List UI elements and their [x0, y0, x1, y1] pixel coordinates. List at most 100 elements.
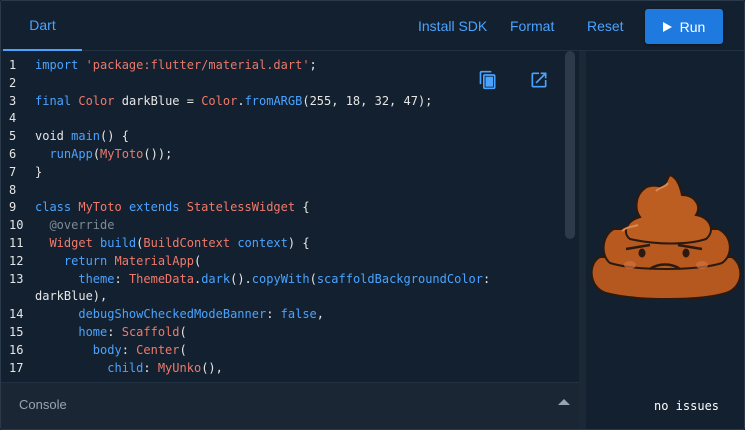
code-line[interactable]: 10 @override [1, 216, 490, 234]
line-number: 14 [9, 307, 24, 322]
line-number: 3 [9, 93, 17, 108]
code-line[interactable]: 14 debugShowCheckedModeBanner: false, [1, 305, 490, 323]
format-button[interactable]: Format [510, 1, 554, 51]
editor-scrollbar[interactable] [565, 51, 575, 239]
code-line[interactable]: darkBlue), [1, 287, 490, 305]
code-token: MyToto [78, 200, 129, 215]
code-token: (255, 18, 32, 47); [302, 93, 433, 108]
line-number: 17 [9, 360, 24, 375]
code-token: class [35, 200, 79, 215]
code-token: final [35, 93, 79, 108]
line-number: 9 [9, 200, 17, 215]
code-token: build [100, 235, 137, 250]
open-in-new-icon[interactable] [529, 70, 549, 90]
code-token: : [143, 360, 158, 375]
console-panel: Console [1, 382, 579, 429]
code-token: context [237, 235, 288, 250]
code-token: . [237, 93, 245, 108]
line-number: 11 [9, 235, 24, 250]
code-token: runApp [49, 146, 93, 161]
code-token: false [280, 307, 317, 322]
code-token: , [316, 307, 325, 322]
line-number: 12 [9, 253, 24, 268]
code-token: StatelessWidget [186, 200, 303, 215]
code-token: Center [136, 342, 180, 357]
code-token: { [302, 200, 310, 215]
split-divider[interactable] [579, 51, 586, 429]
code-lines: 1 import 'package:flutter/material.dart';… [1, 56, 490, 376]
reset-button[interactable]: Reset [587, 1, 624, 51]
code-token: } [35, 164, 43, 179]
line-number: 1 [9, 58, 17, 72]
code-token: void [35, 129, 72, 144]
code-token: ( [179, 342, 187, 357]
line-number: 10 [9, 218, 24, 233]
line-number: 7 [9, 164, 17, 179]
code-token: ( [179, 324, 187, 339]
code-token: 'package:flutter/material.dart' [85, 58, 310, 72]
dartpad-window: Dart Install SDK Format Reset Run 1 impor… [0, 0, 745, 430]
code-token: Color [78, 93, 122, 108]
code-line[interactable]: 1 import 'package:flutter/material.dart'; [1, 56, 490, 74]
code-line[interactable]: 17 child: MyUnko (), [1, 359, 490, 377]
code-line[interactable]: 12 return MaterialApp( [1, 252, 490, 270]
play-icon [662, 21, 672, 32]
line-number: 15 [9, 324, 24, 339]
code-token: Color [201, 93, 238, 108]
install-sdk-button[interactable]: Install SDK [418, 1, 487, 51]
code-token: . [193, 271, 202, 286]
grumpy-poop-illustration [590, 173, 742, 300]
code-line[interactable]: 5 void main() { [1, 127, 490, 145]
code-token: ThemeData [128, 271, 194, 286]
code-token: () { [100, 129, 129, 144]
code-token: : [121, 342, 137, 357]
code-token: ()); [143, 146, 173, 161]
line-number: 6 [9, 146, 17, 161]
line-number: 16 [9, 342, 24, 357]
code-line[interactable]: 7} [1, 163, 490, 181]
tab-dart-label: Dart [29, 17, 56, 33]
code-token: copyWith [251, 271, 310, 286]
code-token: ; [309, 58, 317, 72]
code-line[interactable]: 16 body: Center( [1, 341, 490, 359]
code-token: scaffoldBackgroundColor [316, 271, 483, 286]
code-token: (). [230, 271, 252, 286]
code-line[interactable]: 9 class MyToto extends StatelessWidget { [1, 198, 490, 216]
code-line[interactable]: 13 theme: ThemeData. dark (). copyWith(scaf… [1, 270, 490, 288]
code-token: dark [201, 271, 231, 286]
line-number: 8 [9, 182, 17, 197]
code-token: MyUnko [157, 360, 202, 375]
code-token: theme [78, 271, 115, 286]
run-button[interactable]: Run [645, 9, 723, 44]
copy-icon[interactable] [478, 70, 498, 90]
code-token: return [63, 253, 115, 268]
code-line[interactable]: 8 [1, 181, 490, 199]
code-editor[interactable]: 1 import 'package:flutter/material.dart';… [1, 52, 579, 382]
code-line[interactable]: 3 final Color darkBlue = Color. fromARGB (2… [1, 92, 490, 110]
code-token: ) { [287, 235, 310, 250]
code-token: darkBlue = [121, 93, 202, 108]
code-token: (), [201, 360, 223, 375]
code-line[interactable]: 15 home: Scaffold( [1, 323, 490, 341]
code-line[interactable]: 2 [1, 74, 490, 92]
code-token: child [107, 360, 144, 375]
code-line[interactable]: 4 [1, 109, 490, 127]
code-line[interactable]: 6 runApp(MyToto ()); [1, 145, 490, 163]
code-token: : [483, 271, 491, 286]
toolbar: Dart Install SDK Format Reset Run [1, 1, 744, 51]
code-token: MaterialApp [114, 253, 194, 268]
code-token: ( [136, 235, 144, 250]
expand-console-icon[interactable] [558, 399, 570, 405]
code-token: extends [128, 200, 187, 215]
code-token: : [107, 324, 122, 339]
line-number: 2 [9, 75, 17, 90]
tab-dart[interactable]: Dart [3, 1, 82, 51]
issues-status: no issues [654, 399, 720, 413]
code-line[interactable]: 11 Widget build(BuildContext context) { [1, 234, 490, 252]
